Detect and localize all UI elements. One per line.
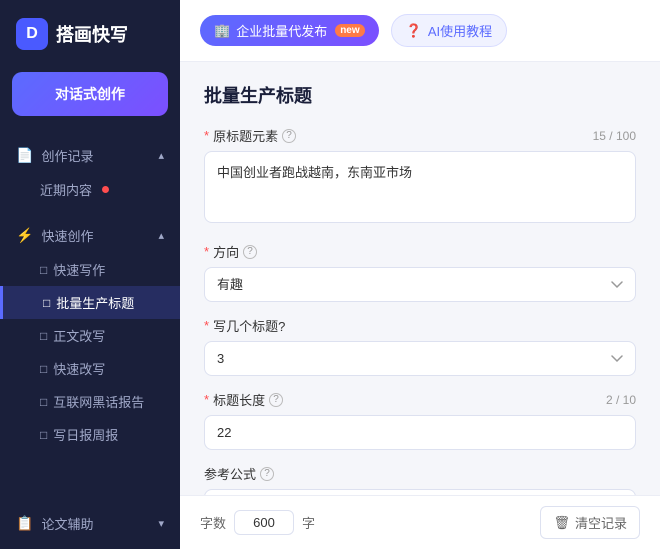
- form-group-count: * 写几个标题? 3 5 10: [204, 316, 636, 376]
- daily-report-label: 写日报周报: [53, 425, 118, 444]
- main-content: 🏢 企业批量代发布 new ❓ AI使用教程 批量生产标题 * 原标题元素 ? …: [180, 0, 660, 549]
- badge-dot: [102, 186, 109, 193]
- length-label-row: * 标题长度 ? 2 / 10: [204, 390, 636, 409]
- help-circle-icon: ❓: [406, 23, 422, 39]
- buzzword-label: 互联网黑话报告: [53, 392, 144, 411]
- thesis-icon: 📋: [16, 515, 33, 532]
- ai-tutorial-button[interactable]: ❓ AI使用教程: [391, 14, 507, 47]
- sidebar-item-rewrite[interactable]: □ 正文改写: [0, 319, 180, 352]
- formula-info-icon[interactable]: ?: [260, 467, 274, 481]
- ai-tutorial-label: AI使用教程: [428, 21, 492, 40]
- form-group-source: * 原标题元素 ? 15 / 100: [204, 126, 636, 228]
- length-info-icon[interactable]: ?: [269, 393, 283, 407]
- direction-label: 方向: [213, 242, 239, 261]
- quick-write-label: 快速写作: [53, 260, 105, 279]
- logo-text: 搭画快写: [56, 21, 128, 47]
- formula-label-row: 参考公式 ?: [204, 464, 636, 483]
- count-label-row: * 写几个标题?: [204, 316, 636, 335]
- formula-label: 参考公式: [204, 464, 256, 483]
- required-star-count: *: [204, 318, 209, 333]
- word-count-input[interactable]: [234, 510, 294, 535]
- group-creation-records[interactable]: 📄 创作记录 ▴: [0, 138, 180, 173]
- required-star-source: *: [204, 128, 209, 143]
- sidebar-item-daily-report[interactable]: □ 写日报周报: [0, 418, 180, 451]
- buzzword-icon: □: [40, 395, 47, 409]
- source-label-row: * 原标题元素 ? 15 / 100: [204, 126, 636, 145]
- doc-icon: 📄: [16, 147, 33, 164]
- required-star-length: *: [204, 392, 209, 407]
- length-input[interactable]: [204, 415, 636, 450]
- sidebar-item-quick-write[interactable]: □ 快速写作: [0, 253, 180, 286]
- sidebar-item-quick-rewrite[interactable]: □ 快速改写: [0, 352, 180, 385]
- word-unit: 字: [302, 513, 315, 532]
- sidebar-logo: D 搭画快写: [0, 0, 180, 68]
- batch-publish-label: 企业批量代发布: [236, 21, 327, 40]
- form-group-length: * 标题长度 ? 2 / 10: [204, 390, 636, 450]
- group-label-records: 创作记录: [41, 146, 93, 165]
- count-label: 写几个标题?: [213, 316, 285, 335]
- section-quick-create: ⚡ 快速创作 ▴ □ 快速写作 □ 批量生产标题 □ 正文改写 □ 快速改写 □…: [0, 212, 180, 457]
- clear-label: 清空记录: [575, 513, 627, 532]
- footer-bar: 字数 字 🗑 清空记录: [180, 495, 660, 549]
- cta-button[interactable]: 对话式创作: [12, 72, 168, 116]
- sidebar-item-buzzword[interactable]: □ 互联网黑话报告: [0, 385, 180, 418]
- batch-title-icon: □: [43, 296, 50, 310]
- group-quick-create[interactable]: ⚡ 快速创作 ▴: [0, 218, 180, 253]
- group-thesis[interactable]: 📋 论文辅助 ▾: [0, 506, 180, 541]
- batch-publish-icon: 🏢: [214, 23, 230, 39]
- form-group-direction: * 方向 ? 有趣 严肃 感人 励志: [204, 242, 636, 302]
- trash-icon: 🗑: [553, 515, 570, 531]
- direction-info-icon[interactable]: ?: [243, 245, 257, 259]
- length-count: 2 / 10: [606, 393, 636, 407]
- word-count-label: 字数: [200, 513, 226, 532]
- sidebar-item-recent[interactable]: 近期内容: [0, 173, 180, 206]
- form-content: 批量生产标题 * 原标题元素 ? 15 / 100 * 方向 ? 有趣 严肃 感…: [180, 62, 660, 495]
- source-count: 15 / 100: [593, 129, 636, 143]
- quick-create-icon: ⚡: [16, 227, 33, 244]
- chevron-up-icon: ▴: [158, 149, 164, 162]
- quick-rewrite-label: 快速改写: [53, 359, 105, 378]
- direction-select[interactable]: 有趣 严肃 感人 励志: [204, 267, 636, 302]
- sidebar: D 搭画快写 对话式创作 📄 创作记录 ▴ 近期内容 ⚡ 快速创作 ▴ □: [0, 0, 180, 549]
- quick-rewrite-icon: □: [40, 362, 47, 376]
- batch-title-label: 批量生产标题: [56, 293, 134, 312]
- quick-write-icon: □: [40, 263, 47, 277]
- source-info-icon[interactable]: ?: [282, 129, 296, 143]
- clear-button[interactable]: 🗑 清空记录: [540, 506, 640, 539]
- logo-icon: D: [16, 18, 48, 50]
- topbar: 🏢 企业批量代发布 new ❓ AI使用教程: [180, 0, 660, 62]
- section-thesis: 📋 论文辅助 ▾: [0, 498, 180, 549]
- group-label-thesis: 论文辅助: [41, 514, 93, 533]
- rewrite-icon: □: [40, 329, 47, 343]
- recent-label: 近期内容: [40, 180, 92, 199]
- page-title: 批量生产标题: [204, 82, 636, 108]
- source-label: 原标题元素: [213, 126, 278, 145]
- required-star-direction: *: [204, 244, 209, 259]
- chevron-up-icon-2: ▴: [158, 229, 164, 242]
- length-label: 标题长度: [213, 390, 265, 409]
- form-group-formula: 参考公式 ? 细分人群+数字+结果 数字+方法+结果 疑问句式: [204, 464, 636, 495]
- section-creation-records: 📄 创作记录 ▴ 近期内容: [0, 132, 180, 212]
- group-label-quick: 快速创作: [41, 226, 93, 245]
- rewrite-label: 正文改写: [53, 326, 105, 345]
- batch-publish-button[interactable]: 🏢 企业批量代发布 new: [200, 15, 379, 46]
- sidebar-item-batch-title[interactable]: □ 批量生产标题: [0, 286, 180, 319]
- daily-report-icon: □: [40, 428, 47, 442]
- source-textarea[interactable]: [204, 151, 636, 223]
- chevron-down-icon: ▾: [158, 517, 164, 530]
- new-badge: new: [335, 24, 364, 37]
- count-select[interactable]: 3 5 10: [204, 341, 636, 376]
- direction-label-row: * 方向 ?: [204, 242, 636, 261]
